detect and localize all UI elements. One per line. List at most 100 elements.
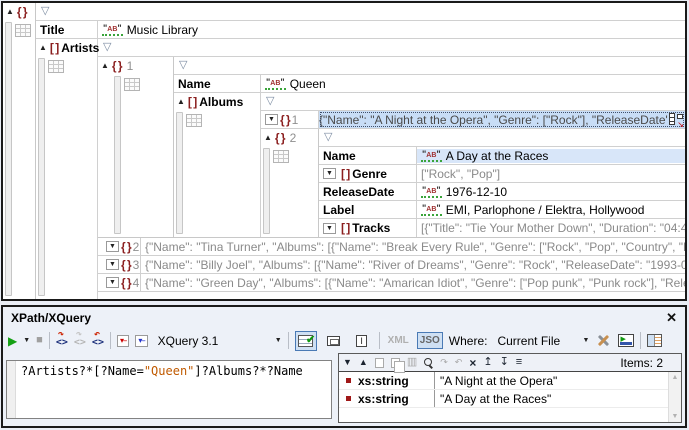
open-in-window-icon[interactable] bbox=[618, 334, 634, 347]
label-text: EMI, Parlophone / Elektra, Hollywood bbox=[446, 203, 645, 217]
releasedate-value[interactable]: AB 1976-12-10 bbox=[417, 185, 685, 199]
expand-icon[interactable]: ▼ bbox=[265, 114, 278, 125]
layout-icon[interactable] bbox=[647, 334, 662, 347]
scroll-down-icon[interactable]: ▼ bbox=[672, 413, 679, 420]
json-mode-toggle[interactable]: JSO bbox=[417, 332, 443, 349]
object-type-badge: { } bbox=[121, 240, 131, 254]
label-value[interactable]: AB EMI, Parlophone / Elektra, Hollywood bbox=[417, 203, 685, 217]
artist-2-preview: {"Name": "Tina Turner", "Albums": [{"Nam… bbox=[141, 240, 685, 254]
expand-icon[interactable]: ▼ bbox=[323, 223, 336, 234]
goto-end-icon[interactable]: ↧ bbox=[500, 357, 509, 368]
collapse-icon[interactable]: ▲ bbox=[264, 134, 272, 142]
albums-key-cell[interactable]: ▲ [ ] Albums bbox=[174, 93, 261, 237]
filter-icon[interactable]: ▽ bbox=[174, 60, 187, 71]
result-row[interactable]: xs:string "A Night at the Opera" bbox=[339, 372, 668, 390]
insert-tracepoint-icon[interactable]: ▾-- bbox=[135, 335, 147, 347]
xquery-version-select[interactable]: XQuery 3.1 ▼ bbox=[154, 334, 282, 348]
debugger-stop-icon[interactable]: <> bbox=[92, 334, 104, 348]
table-view-icon[interactable] bbox=[124, 78, 140, 91]
text-cursor-button[interactable]: I bbox=[351, 331, 373, 351]
name-key-cell[interactable]: Name bbox=[174, 75, 261, 92]
string-type-icon: AB bbox=[102, 24, 123, 36]
query-editor[interactable]: ?Artists?*[?Name="Queen"]?Albums?*?Name bbox=[6, 360, 332, 419]
releasedate-text: 1976-12-10 bbox=[446, 185, 507, 199]
label-key[interactable]: Label bbox=[319, 201, 417, 218]
filter-icon[interactable]: ▽ bbox=[36, 6, 49, 17]
collapse-icon[interactable]: ▲ bbox=[177, 98, 185, 106]
toolbar-separator bbox=[110, 332, 111, 349]
item-index: 1 bbox=[292, 113, 299, 127]
name-value-cell[interactable]: AB Queen bbox=[261, 77, 685, 91]
artist-1-filter-row: ▽ bbox=[174, 57, 685, 75]
selected-album-cell[interactable]: {"Name": "A Night at the Opera", "Genre"… bbox=[319, 111, 685, 128]
artist-4-row[interactable]: ▼ { } 4 {"Name": "Green Day", "Albums": … bbox=[98, 274, 685, 292]
collapse-track[interactable] bbox=[114, 76, 121, 234]
xpath-panel: XPath/XQuery ✕ ▶ ▼ ■ <> <> <> ▾-- ▾-- XQ… bbox=[1, 305, 687, 428]
run-button[interactable]: ▶ bbox=[8, 335, 17, 347]
expand-icon[interactable]: ▼ bbox=[106, 241, 119, 252]
close-icon[interactable]: ✕ bbox=[666, 311, 677, 324]
artists-key-cell[interactable]: ▲ [ ] Artists bbox=[36, 39, 98, 299]
title-key-cell[interactable]: Title bbox=[36, 21, 98, 38]
goto-start-icon[interactable]: ↥ bbox=[483, 357, 492, 368]
prev-result-icon[interactable]: ▲ bbox=[359, 358, 368, 367]
album-name-text: A Day at the Races bbox=[446, 149, 549, 163]
query-string-literal: "Queen" bbox=[144, 364, 195, 378]
collapse-track[interactable] bbox=[263, 148, 270, 234]
result-row[interactable]: xs:string "A Day at the Races" bbox=[339, 390, 668, 408]
clear-results-icon[interactable]: × bbox=[469, 357, 476, 369]
tracks-key[interactable]: ▼ [ ] Tracks bbox=[319, 219, 417, 237]
collapse-icon[interactable]: ▲ bbox=[6, 8, 14, 16]
scroll-up-icon[interactable]: ▲ bbox=[672, 374, 679, 381]
result-window-button[interactable] bbox=[323, 331, 345, 351]
table-view-icon[interactable] bbox=[48, 60, 64, 73]
expand-icon[interactable]: ▼ bbox=[106, 259, 119, 270]
result-type: xs:string bbox=[358, 374, 434, 388]
album-name-value[interactable]: AB A Day at the Races bbox=[417, 149, 685, 163]
object-type-badge: { } bbox=[275, 131, 285, 145]
filter-icon[interactable]: ▽ bbox=[319, 132, 332, 143]
columns-icon: ▥ bbox=[407, 357, 417, 368]
title-value-cell[interactable]: AB Music Library bbox=[98, 23, 685, 37]
next-result-icon[interactable]: ▼ bbox=[343, 358, 352, 367]
result-value[interactable]: "A Night at the Opera" bbox=[435, 374, 557, 388]
artist-2-row[interactable]: ▼ { } 2 {"Name": "Tina Turner", "Albums"… bbox=[98, 238, 685, 256]
collapse-track[interactable] bbox=[38, 58, 45, 296]
album-1-row[interactable]: ▼ { } 1 {"Name": "A Night at the Opera",… bbox=[261, 111, 685, 129]
search-icon[interactable] bbox=[424, 358, 433, 367]
artist-name-text: Queen bbox=[290, 77, 326, 91]
query-expression[interactable]: ?Artists?*[?Name="Queen"]?Albums?*?Name bbox=[16, 361, 308, 418]
scope-select[interactable]: Current File ▼ bbox=[493, 334, 589, 348]
table-view-icon[interactable] bbox=[273, 150, 289, 163]
table-view-icon[interactable] bbox=[15, 24, 31, 37]
insert-breakpoint-icon[interactable]: ▾-- bbox=[117, 335, 129, 347]
filter-icon[interactable]: ▽ bbox=[98, 42, 111, 53]
filter-icon[interactable]: ▽ bbox=[261, 96, 274, 107]
releasedate-key[interactable]: ReleaseDate bbox=[319, 183, 417, 200]
expand-icon[interactable]: ▼ bbox=[106, 277, 119, 288]
collapse-icon[interactable]: ▲ bbox=[39, 44, 47, 52]
genre-value[interactable]: ["Rock", "Pop"] bbox=[417, 167, 685, 181]
evaluation-mode-button[interactable] bbox=[295, 331, 317, 351]
word-wrap-icon[interactable]: ≡ bbox=[516, 357, 522, 368]
collapse-icon[interactable]: ▲ bbox=[101, 62, 109, 70]
collapse-track[interactable] bbox=[176, 112, 183, 234]
debugger-start-icon[interactable]: <> bbox=[56, 334, 68, 348]
table-view-icon[interactable] bbox=[186, 114, 202, 127]
expand-table-popup-icon[interactable]: ↘ bbox=[668, 113, 684, 127]
album-name-key[interactable]: Name bbox=[319, 147, 417, 164]
collapse-track[interactable] bbox=[5, 22, 12, 296]
tracks-value[interactable]: [{"Title": "Tie Your Mother Down", "Dura… bbox=[417, 221, 685, 235]
results-scrollbar[interactable]: ▲ ▼ bbox=[668, 372, 681, 422]
object-type-badge: { } bbox=[121, 258, 131, 272]
results-pane: ▼ ▲ ▥ ↷ ↶ × ↥ ↧ ≡ Items: 2 xs:string bbox=[338, 353, 682, 423]
genre-key[interactable]: ▼ [ ] Genre bbox=[319, 165, 417, 182]
artist-3-row[interactable]: ▼ { } 3 {"Name": "Billy Joel", "Albums":… bbox=[98, 256, 685, 274]
expand-icon[interactable]: ▼ bbox=[323, 168, 336, 179]
settings-icon[interactable] bbox=[595, 333, 612, 348]
item-index: 2 bbox=[290, 131, 297, 145]
result-value[interactable]: "A Day at the Races" bbox=[435, 392, 551, 406]
run-options-dropdown-icon[interactable]: ▼ bbox=[23, 337, 30, 344]
root-object-rail: ▲ { } bbox=[3, 3, 36, 299]
json-grid-view: ▲ { } ▽ Title AB Music Library bbox=[1, 1, 687, 301]
